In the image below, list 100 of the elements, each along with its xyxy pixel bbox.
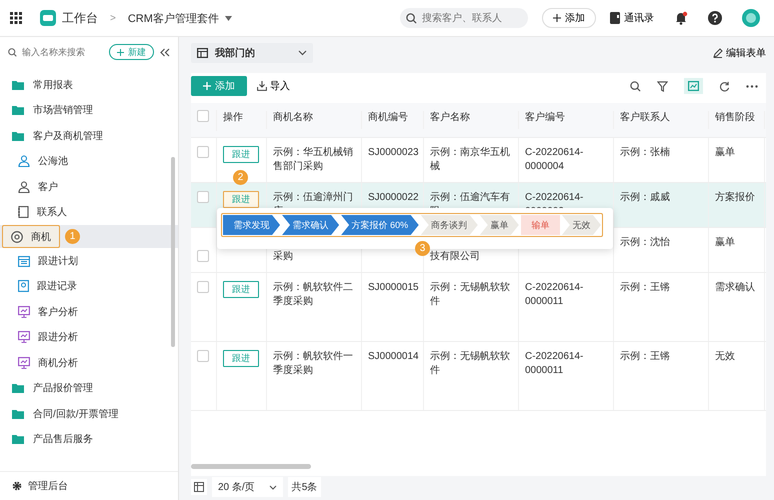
- collapse-icon[interactable]: [160, 48, 170, 56]
- breadcrumb-separator: >: [110, 12, 116, 24]
- sidebar-item[interactable]: 跟进记录: [0, 274, 77, 299]
- sidebar-item[interactable]: 跟进分析: [0, 324, 78, 350]
- apps-icon[interactable]: [10, 12, 22, 24]
- pencil-icon: [713, 48, 723, 58]
- stage-step[interactable]: 方案报价 60%: [341, 215, 419, 235]
- table-cell: SJ0000014: [368, 351, 419, 362]
- sidebar-item[interactable]: 合同/回款/开票管理: [0, 401, 178, 426]
- table-cell: SJ0000023: [368, 147, 419, 158]
- table-cell: SJ0000022: [368, 192, 419, 203]
- help-icon[interactable]: [708, 11, 722, 25]
- chevron-down-icon: [298, 50, 307, 56]
- add-button[interactable]: 添加: [542, 8, 596, 28]
- edit-form-button[interactable]: 编辑表单: [713, 46, 766, 60]
- column-header: 客户名称: [424, 111, 519, 129]
- sidebar-item[interactable]: 联系人: [0, 200, 67, 225]
- stage-step[interactable]: 需求发现: [223, 215, 280, 235]
- sidebar-item[interactable]: 客户分析: [0, 299, 78, 324]
- scrollbar[interactable]: [191, 464, 311, 469]
- chevron-down-icon: [268, 484, 277, 490]
- row-checkbox[interactable]: [197, 250, 209, 262]
- refresh-icon[interactable]: [719, 80, 730, 92]
- table-cell: 赢单: [715, 147, 735, 158]
- column-header: 客户编号: [519, 111, 614, 129]
- contacts-button[interactable]: 通讯录: [610, 11, 654, 25]
- table-cell: C-20220614-0000004: [525, 147, 584, 172]
- table-cell: 示例：王锵: [620, 351, 670, 362]
- table-cell: SJ0000015: [368, 282, 419, 293]
- book-icon: [610, 12, 620, 24]
- monitor-chart-icon: [18, 356, 30, 369]
- stage-step[interactable]: 需求确认: [282, 215, 340, 235]
- plus-icon: [553, 14, 561, 22]
- search-icon[interactable]: [630, 80, 641, 92]
- page-size-select[interactable]: 20 条/页: [212, 477, 283, 497]
- table-cell: 技有限公司: [430, 251, 480, 262]
- row-checkbox[interactable]: [197, 191, 209, 203]
- logo-icon: [40, 10, 56, 26]
- sidebar-item[interactable]: 商机分析: [0, 350, 78, 376]
- table-cell: C-20220614-0000011: [525, 282, 584, 307]
- import-button[interactable]: 导入: [257, 79, 290, 93]
- sidebar-item[interactable]: 公海池: [0, 148, 68, 174]
- row-checkbox[interactable]: [197, 146, 209, 158]
- table-cell: 示例：南京华五机械: [430, 147, 510, 172]
- filter-icon[interactable]: [657, 80, 668, 92]
- table-cell: 示例：无锡帆软软件: [430, 351, 510, 376]
- table-cell: 采购: [273, 251, 293, 262]
- sidebar-item[interactable]: 商机: [2, 225, 60, 248]
- scrollbar[interactable]: [171, 157, 175, 347]
- download-icon: [257, 81, 267, 91]
- admin-link[interactable]: 管理后台: [28, 479, 68, 493]
- bell-icon[interactable]: [674, 11, 688, 25]
- column-header: 销售阶段: [709, 111, 765, 129]
- stage-step[interactable]: 无效: [562, 215, 601, 235]
- table-cell: 赢单: [715, 237, 735, 248]
- contact-card-icon: [18, 206, 29, 218]
- folder-icon: [12, 130, 24, 141]
- person-icon: [18, 180, 30, 193]
- column-header: 商机编号: [362, 111, 424, 129]
- table-cell: 示例：王锵: [620, 282, 670, 293]
- sidebar-item[interactable]: 常用报表: [0, 72, 178, 98]
- sidebar-item[interactable]: 客户: [0, 174, 58, 200]
- people-icon: [18, 155, 30, 168]
- table-cell: 方案报价: [715, 192, 755, 203]
- sidebar-item[interactable]: 市场营销管理: [0, 98, 178, 123]
- row-checkbox[interactable]: [197, 281, 209, 293]
- stage-step[interactable]: 赢单: [480, 215, 519, 235]
- column-header: 操作: [217, 111, 267, 129]
- search-icon: [8, 48, 17, 56]
- row-checkbox[interactable]: [197, 350, 209, 362]
- view-selector[interactable]: 我部门的: [191, 43, 313, 63]
- table-cell: 示例：无锡帆软软件: [430, 282, 510, 307]
- suite-name[interactable]: CRM客户管理套件: [128, 10, 219, 26]
- stage-step[interactable]: 商务谈判: [420, 215, 478, 235]
- grid-icon[interactable]: [191, 479, 207, 495]
- step-marker: 3: [415, 241, 430, 256]
- sidebar-item[interactable]: 客户及商机管理: [0, 123, 178, 148]
- table-cell: 示例：张楠: [620, 147, 670, 158]
- avatar-icon[interactable]: [742, 9, 760, 27]
- step-marker: 2: [233, 170, 248, 185]
- caret-icon[interactable]: [224, 16, 232, 20]
- table-cell: 示例：帆软软件二季度采购: [273, 282, 353, 307]
- sidebar-item[interactable]: 产品报价管理: [0, 376, 178, 401]
- home-link[interactable]: 工作台: [62, 10, 98, 26]
- select-all-checkbox[interactable]: [197, 110, 209, 122]
- sidebar-item[interactable]: 跟进计划: [0, 248, 78, 274]
- chart-view-button[interactable]: [684, 78, 703, 94]
- folder-icon: [12, 383, 24, 394]
- monitor-chart-icon: [18, 331, 30, 344]
- more-icon[interactable]: [746, 84, 758, 88]
- search-field[interactable]: 搜索客户、联系人: [400, 8, 528, 28]
- settings-icon[interactable]: [12, 481, 22, 491]
- sidebar-item[interactable]: 产品售后服务: [0, 426, 178, 452]
- folder-icon: [12, 105, 24, 116]
- sidebar-search-field[interactable]: 输入名称来搜索: [8, 44, 103, 60]
- plus-icon: [117, 48, 124, 56]
- plus-icon: [203, 82, 211, 90]
- table-cell: C-20220614-0000011: [525, 351, 584, 376]
- table-cell: 无效: [715, 351, 735, 362]
- table-cell: 示例：华五机械销售部门采购: [273, 147, 353, 172]
